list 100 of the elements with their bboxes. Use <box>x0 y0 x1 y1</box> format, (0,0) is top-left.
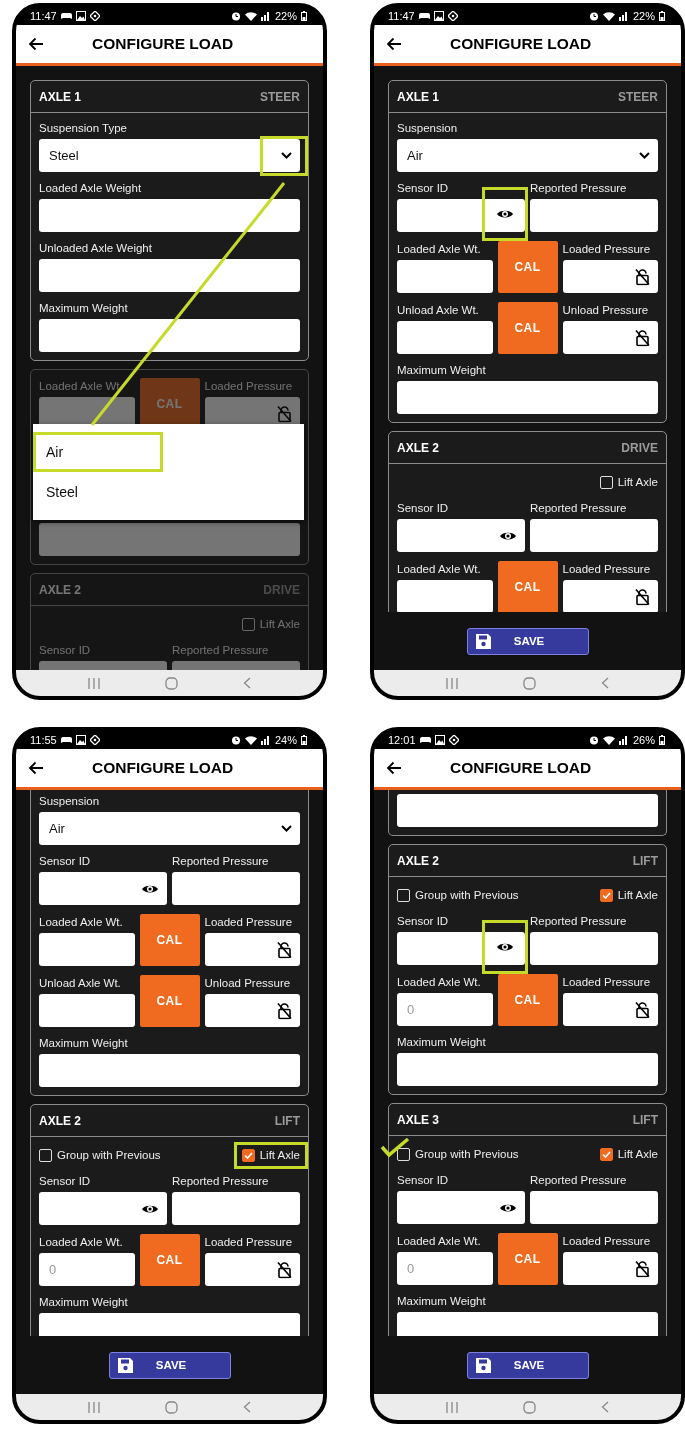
input-field[interactable] <box>530 519 658 552</box>
cal-button[interactable]: CAL <box>497 1233 558 1285</box>
field-label: Sensor ID <box>397 1173 450 1187</box>
input-field[interactable] <box>397 1053 658 1086</box>
checkbox[interactable] <box>599 888 613 902</box>
input-field[interactable] <box>39 933 135 966</box>
input-field[interactable] <box>39 199 300 232</box>
input-field[interactable] <box>397 1191 525 1224</box>
eye-icon[interactable] <box>496 941 514 953</box>
axle-type: STEER <box>260 89 300 104</box>
back-icon[interactable] <box>600 1401 609 1413</box>
recent-apps-icon[interactable] <box>446 677 459 689</box>
input-field[interactable] <box>397 794 658 827</box>
signal-icon <box>618 11 629 21</box>
cal-button[interactable]: CAL <box>497 974 558 1026</box>
input-field[interactable] <box>562 1252 658 1285</box>
input-field[interactable] <box>172 872 300 905</box>
input-field[interactable] <box>39 994 135 1027</box>
input-field[interactable]: 0 <box>397 993 493 1026</box>
field-label: Maximum Weight <box>39 1295 129 1309</box>
input-field[interactable] <box>39 1054 300 1087</box>
input-field[interactable] <box>530 1191 658 1224</box>
menu-option[interactable]: Air <box>33 432 163 472</box>
screen-title: CONFIGURE LOAD <box>450 759 592 777</box>
input-field[interactable] <box>39 872 167 905</box>
input-field[interactable] <box>172 1192 300 1225</box>
battery-icon <box>659 11 665 21</box>
dropdown-select[interactable]: Air <box>39 812 300 845</box>
field-label: Maximum Weight <box>39 1036 129 1050</box>
checkbox[interactable] <box>599 1147 613 1161</box>
alarm-icon <box>230 735 241 745</box>
back-arrow-icon[interactable] <box>386 761 402 775</box>
gamepad-icon <box>60 736 72 744</box>
input-field[interactable] <box>39 1192 167 1225</box>
input-field[interactable] <box>397 199 525 232</box>
save-button[interactable]: SAVE <box>108 1351 231 1379</box>
field-label: Reported Pressure <box>172 643 270 657</box>
cal-button[interactable]: CAL <box>497 302 558 354</box>
cal-button[interactable]: CAL <box>497 561 558 612</box>
menu-option[interactable]: Steel <box>33 472 163 512</box>
axle-type: DRIVE <box>621 440 658 455</box>
recent-apps-icon[interactable] <box>446 1401 459 1413</box>
input-field[interactable] <box>39 259 300 292</box>
input-field[interactable] <box>562 260 658 293</box>
checkbox[interactable] <box>241 1148 255 1162</box>
field-label: Loaded Axle Wt. <box>397 975 482 989</box>
input-field[interactable] <box>204 1253 300 1286</box>
recent-apps-icon[interactable] <box>88 1401 101 1413</box>
back-icon[interactable] <box>600 677 609 689</box>
input-field[interactable] <box>562 321 658 354</box>
field-label: Sensor ID <box>397 501 450 515</box>
back-arrow-icon[interactable] <box>386 37 402 51</box>
cal-button[interactable]: CAL <box>139 1234 200 1286</box>
chevron-down-icon[interactable] <box>281 152 292 159</box>
input-field[interactable] <box>562 993 658 1026</box>
input-field[interactable] <box>397 381 658 414</box>
field-label: Loaded Pressure <box>562 242 652 256</box>
input-field[interactable] <box>397 260 493 293</box>
home-icon[interactable] <box>165 1400 178 1414</box>
input-field[interactable] <box>562 580 658 612</box>
dropdown-select[interactable]: Steel <box>39 139 300 172</box>
input-field[interactable] <box>397 321 493 354</box>
location-icon <box>447 11 458 21</box>
input-field[interactable]: 0 <box>39 1253 135 1286</box>
input-field[interactable] <box>397 580 493 612</box>
axle-title: AXLE 1 <box>39 89 81 104</box>
input-field[interactable] <box>397 1312 658 1336</box>
back-arrow-icon[interactable] <box>28 761 44 775</box>
home-icon[interactable] <box>523 1400 536 1414</box>
input-field[interactable] <box>530 199 658 232</box>
lock-off-icon <box>635 1260 650 1277</box>
back-icon[interactable] <box>242 1401 251 1413</box>
home-icon[interactable] <box>523 676 536 690</box>
input-field[interactable] <box>397 932 525 965</box>
lock-off-icon <box>277 941 292 958</box>
image-icon <box>75 11 86 21</box>
eye-icon[interactable] <box>496 208 514 220</box>
input-field[interactable]: 0 <box>397 1252 493 1285</box>
home-icon[interactable] <box>165 676 178 690</box>
back-arrow-icon[interactable] <box>28 37 44 51</box>
dropdown-select[interactable]: Air <box>397 139 658 172</box>
cal-button[interactable]: CAL <box>139 914 200 966</box>
input-field[interactable] <box>39 523 300 556</box>
lock-off-icon <box>635 329 650 346</box>
cal-button[interactable]: CAL <box>139 975 200 1027</box>
back-icon[interactable] <box>242 677 251 689</box>
input-field[interactable] <box>204 933 300 966</box>
save-button[interactable]: SAVE <box>466 1351 589 1379</box>
chevron-down-icon[interactable] <box>281 825 292 832</box>
chevron-down-icon[interactable] <box>639 152 650 159</box>
cal-button[interactable]: CAL <box>497 241 558 293</box>
checkbox-label: Lift Axle <box>617 476 658 488</box>
recent-apps-icon[interactable] <box>88 677 101 689</box>
input-field[interactable] <box>204 994 300 1027</box>
input-field[interactable] <box>530 932 658 965</box>
input-field[interactable] <box>39 319 300 352</box>
input-field[interactable] <box>397 519 525 552</box>
field-label: Unload Axle Wt. <box>39 976 122 990</box>
field-label: Unload Axle Wt. <box>397 303 480 317</box>
save-button[interactable]: SAVE <box>466 627 589 655</box>
